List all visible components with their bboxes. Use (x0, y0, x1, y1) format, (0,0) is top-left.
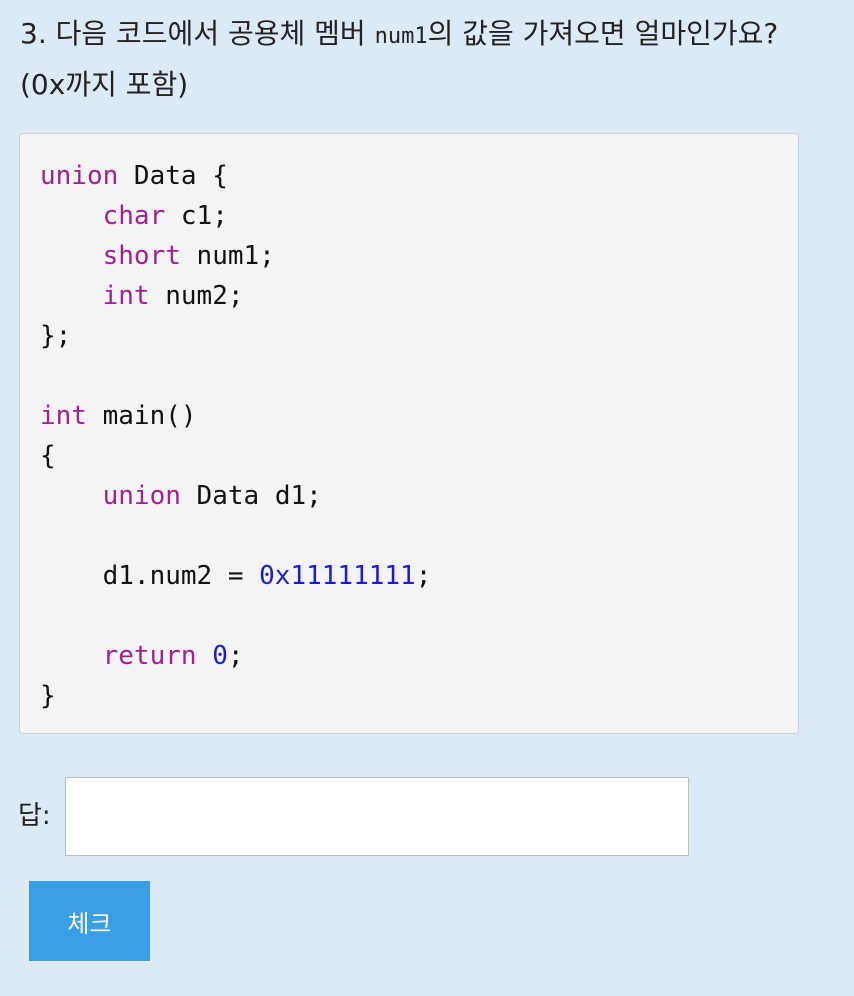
code-line: { (40, 436, 778, 476)
code-text: }; (40, 321, 72, 351)
code-line: int main() (40, 396, 778, 436)
question-code-term: num1 (374, 24, 428, 49)
answer-label: 답: (18, 801, 51, 831)
code-text: Data { (118, 161, 228, 191)
code-line: }; (40, 316, 778, 356)
code-keyword: union (102, 481, 181, 511)
code-line: short num1; (40, 236, 778, 276)
code-text: ; (415, 561, 432, 591)
code-text: d1.num2 = (40, 561, 260, 591)
code-text: c1; (165, 201, 228, 231)
code-text: num2; (149, 281, 244, 311)
code-line: } (40, 676, 778, 716)
code-text: Data d1; (180, 481, 322, 511)
code-block: union Data { char c1; short num1; int nu… (19, 133, 799, 734)
code-keyword: return (102, 641, 197, 671)
code-keyword: char (102, 201, 166, 231)
code-keyword: int (102, 281, 150, 311)
code-keyword: int (40, 401, 87, 431)
code-line: d1.num2 = 0x11111111; (40, 556, 778, 596)
check-button[interactable]: 체크 (29, 881, 150, 961)
code-keyword: union (40, 161, 119, 191)
code-text: ; (227, 641, 244, 671)
question-prefix: 3. 다음 코드에서 공용체 멤버 (20, 17, 375, 50)
question-text: 3. 다음 코드에서 공용체 멤버 num1의 값을 가져오면 얼마인가요? (… (20, 10, 810, 109)
code-listing: union Data { char c1; short num1; int nu… (40, 156, 778, 716)
code-line: char c1; (40, 196, 778, 236)
code-line: union Data d1; (40, 476, 778, 516)
code-text: { (40, 441, 56, 471)
code-number: 0x11111111 (259, 561, 416, 591)
code-line: return 0; (40, 636, 778, 676)
answer-input[interactable] (65, 777, 689, 856)
code-text: num1; (180, 241, 275, 271)
code-line: union Data { (40, 156, 778, 196)
code-text: } (40, 681, 56, 711)
code-text: main() (86, 401, 197, 431)
code-line: int num2; (40, 276, 778, 316)
code-keyword: short (102, 241, 181, 271)
code-number: 0 (212, 641, 228, 671)
